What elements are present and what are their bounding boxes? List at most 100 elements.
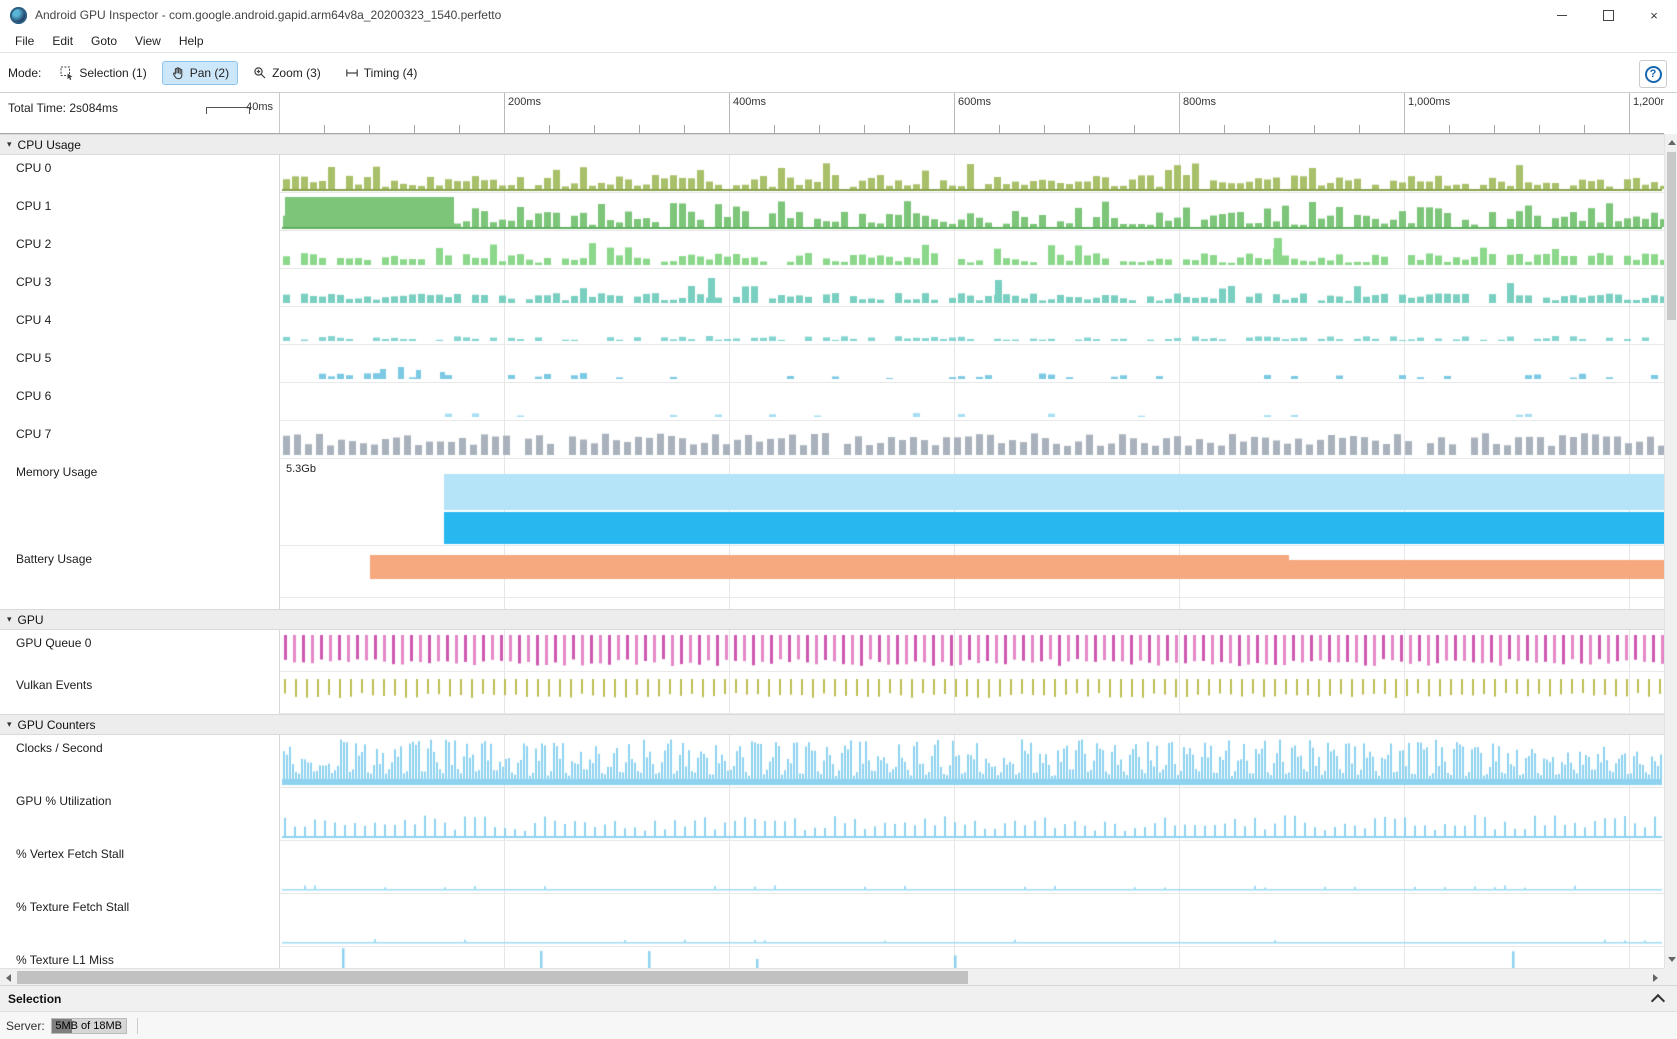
track-chart[interactable] bbox=[280, 383, 1664, 421]
track-chart[interactable] bbox=[280, 672, 1664, 714]
track-chart[interactable] bbox=[280, 231, 1664, 269]
track-chart-canvas bbox=[280, 735, 1664, 788]
section-label: CPU Usage bbox=[18, 138, 81, 152]
maximize-button[interactable] bbox=[1585, 0, 1631, 30]
menu-edit[interactable]: Edit bbox=[43, 31, 82, 51]
scroll-up-button[interactable] bbox=[1665, 135, 1677, 150]
menu-goto[interactable]: Goto bbox=[82, 31, 126, 51]
ruler-left-panel: Total Time: 2s084ms 40ms bbox=[0, 93, 280, 133]
pan-mode-button[interactable]: Pan (2) bbox=[162, 61, 238, 85]
close-button[interactable]: × bbox=[1631, 0, 1677, 30]
track-chart-canvas bbox=[280, 672, 1664, 714]
track-chart[interactable] bbox=[280, 155, 1664, 193]
ruler-minor-tick bbox=[909, 125, 910, 133]
track-spacer bbox=[0, 598, 1664, 609]
track-chart[interactable]: 5.3Gb bbox=[280, 459, 1664, 546]
menu-file[interactable]: File bbox=[6, 31, 43, 51]
track-row: CPU 1 bbox=[0, 193, 1664, 231]
track-chart-canvas bbox=[280, 459, 1664, 546]
timing-mode-label: Timing (4) bbox=[364, 66, 418, 80]
track-chart[interactable] bbox=[280, 735, 1664, 788]
horizontal-scrollbar-thumb[interactable] bbox=[17, 971, 968, 984]
collapse-arrow-icon[interactable]: ▾ bbox=[7, 614, 12, 625]
ruler-scale[interactable]: 200ms400ms600ms800ms1,000ms1,200ms bbox=[280, 93, 1664, 133]
section-label: GPU bbox=[18, 613, 44, 627]
ruler-tick-label: 800ms bbox=[1183, 96, 1216, 108]
track-chart-canvas bbox=[280, 421, 1664, 459]
selection-panel-header[interactable]: Selection bbox=[0, 985, 1677, 1011]
track-row: GPU % Utilization bbox=[0, 788, 1664, 841]
track-chart[interactable] bbox=[280, 894, 1664, 947]
status-bar: Server: 5MB of 18MB bbox=[0, 1011, 1677, 1039]
track-chart[interactable] bbox=[280, 546, 1664, 598]
track-chart[interactable] bbox=[280, 630, 1664, 672]
ruler-minor-tick bbox=[1224, 125, 1225, 133]
track-chart[interactable] bbox=[280, 788, 1664, 841]
ruler-minor-tick bbox=[324, 125, 325, 133]
zoom-mode-label: Zoom (3) bbox=[272, 66, 321, 80]
track-label: Memory Usage bbox=[0, 459, 280, 546]
timing-mode-button[interactable]: Timing (4) bbox=[336, 61, 427, 85]
track-chart-canvas bbox=[280, 788, 1664, 841]
track-chart-canvas bbox=[280, 307, 1664, 345]
maximize-icon bbox=[1603, 10, 1614, 21]
track-row: CPU 5 bbox=[0, 345, 1664, 383]
menu-help[interactable]: Help bbox=[170, 31, 213, 51]
ruler-major-tick bbox=[729, 93, 730, 133]
selection-mode-button[interactable]: Selection (1) bbox=[51, 61, 155, 85]
close-icon: × bbox=[1650, 8, 1658, 23]
collapse-arrow-icon[interactable]: ▾ bbox=[7, 719, 12, 730]
track-label: Clocks / Second bbox=[0, 735, 280, 788]
track-label: CPU 5 bbox=[0, 345, 280, 383]
timeline-ruler[interactable]: Total Time: 2s084ms 40ms 200ms400ms600ms… bbox=[0, 93, 1664, 134]
track-chart-canvas bbox=[280, 193, 1664, 231]
menu-view[interactable]: View bbox=[126, 31, 170, 51]
server-memory-text: 5MB of 18MB bbox=[55, 1020, 122, 1032]
help-icon: ? bbox=[1645, 66, 1662, 83]
section-header[interactable]: ▾ CPU Usage bbox=[0, 134, 1664, 155]
vertical-scrollbar-thumb[interactable] bbox=[1667, 152, 1676, 320]
toolbar: Mode: Selection (1) Pan (2) Zoom (3) Tim… bbox=[0, 53, 1677, 93]
track-chart[interactable] bbox=[280, 193, 1664, 231]
ruler-minor-tick bbox=[1494, 125, 1495, 133]
ruler-minor-tick bbox=[414, 125, 415, 133]
help-button[interactable]: ? bbox=[1639, 60, 1667, 88]
track-chart[interactable] bbox=[280, 841, 1664, 894]
track-chart[interactable] bbox=[280, 345, 1664, 383]
track-chart[interactable] bbox=[280, 947, 1664, 968]
ruler-minor-tick bbox=[1359, 125, 1360, 133]
track-chart[interactable] bbox=[280, 307, 1664, 345]
ruler-minor-tick bbox=[1269, 125, 1270, 133]
menu-bar: File Edit Goto View Help bbox=[0, 30, 1677, 53]
track-chart-canvas bbox=[280, 630, 1664, 672]
track-chart[interactable] bbox=[280, 598, 1664, 609]
ruler-minor-tick bbox=[549, 125, 550, 133]
track-chart[interactable] bbox=[280, 421, 1664, 459]
track-chart-canvas bbox=[280, 345, 1664, 383]
scroll-left-button[interactable] bbox=[0, 969, 17, 986]
scroll-down-button[interactable] bbox=[1665, 952, 1677, 967]
track-row: Battery Usage bbox=[0, 546, 1664, 598]
ruler-tick-label: 400ms bbox=[733, 96, 766, 108]
selection-mode-label: Selection (1) bbox=[79, 66, 146, 80]
arrow-up-icon bbox=[1668, 140, 1676, 145]
vertical-scrollbar[interactable] bbox=[1664, 134, 1677, 968]
horizontal-scrollbar[interactable] bbox=[0, 968, 1664, 985]
track-chart-canvas bbox=[280, 841, 1664, 894]
ruler-minor-tick bbox=[1449, 125, 1450, 133]
ruler-minor-tick bbox=[819, 125, 820, 133]
zoom-mode-button[interactable]: Zoom (3) bbox=[244, 61, 330, 85]
minimize-button[interactable] bbox=[1539, 0, 1585, 30]
track-chart-canvas bbox=[280, 269, 1664, 307]
chevron-up-icon[interactable] bbox=[1651, 994, 1665, 1008]
track-chart[interactable] bbox=[280, 269, 1664, 307]
track-list[interactable]: ▾CPU UsageCPU 0CPU 1CPU 2CPU 3CPU 4CPU 5… bbox=[0, 134, 1664, 968]
track-label: % Texture Fetch Stall bbox=[0, 894, 280, 947]
mode-label: Mode: bbox=[8, 66, 41, 80]
section-header[interactable]: ▾GPU Counters bbox=[0, 714, 1664, 735]
section-header[interactable]: ▾ GPU bbox=[0, 609, 1664, 630]
track-chart-canvas bbox=[280, 546, 1664, 598]
track-chart-canvas bbox=[280, 155, 1664, 193]
collapse-arrow-icon[interactable]: ▾ bbox=[7, 139, 12, 150]
scroll-right-button[interactable] bbox=[1647, 969, 1664, 986]
